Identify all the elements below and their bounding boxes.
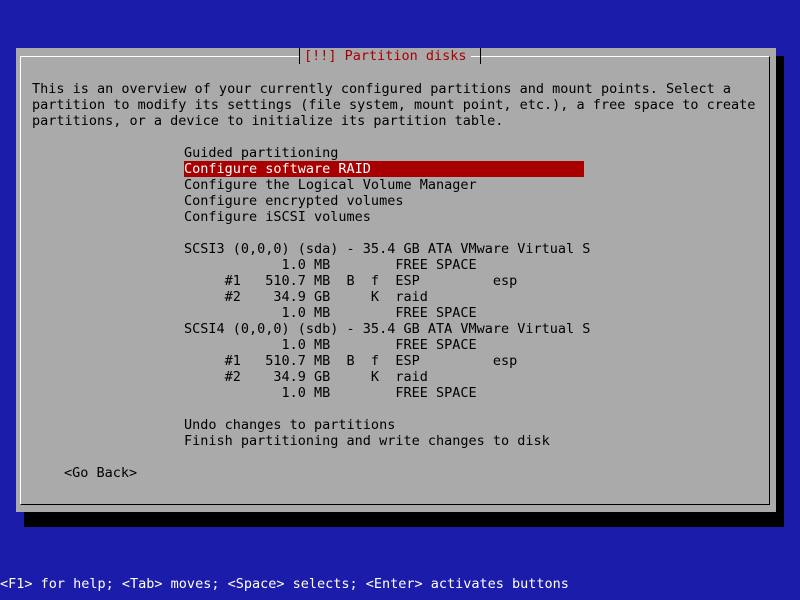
status-bar: <F1> for help; <Tab> moves; <Space> sele… — [0, 576, 569, 592]
intro-line-2: partition to modify its settings (file s… — [32, 97, 756, 113]
intro-line-1: This is an overview of your currently co… — [32, 81, 731, 97]
partition-row[interactable]: #1 510.7 MB B f ESP esp — [184, 353, 518, 369]
partition-row[interactable]: 1.0 MB FREE SPACE — [184, 305, 477, 321]
partition-row[interactable]: #2 34.9 GB K raid — [184, 289, 428, 305]
title-edge-right — [480, 48, 481, 64]
go-back-button[interactable]: <Go Back> — [64, 465, 137, 481]
disk-sdb[interactable]: SCSI4 (0,0,0) (sdb) - 35.4 GB ATA VMware… — [184, 321, 590, 337]
disk-sda[interactable]: SCSI3 (0,0,0) (sda) - 35.4 GB ATA VMware… — [184, 241, 590, 257]
menu-configure-software-raid[interactable]: Configure software RAID — [184, 161, 584, 177]
dialog-title: [!!] Partition disks — [300, 48, 471, 64]
partition-dialog: [!!] Partition disks This is an overview… — [16, 48, 776, 512]
intro-line-3: partitions, or a device to initialize it… — [32, 113, 504, 129]
partition-row[interactable]: #1 510.7 MB B f ESP esp — [184, 273, 518, 289]
finish-partitioning-item[interactable]: Finish partitioning and write changes to… — [184, 433, 550, 449]
menu-configure-iscsi-volumes[interactable]: Configure iSCSI volumes — [184, 209, 371, 225]
menu-configure-lvm[interactable]: Configure the Logical Volume Manager — [184, 177, 477, 193]
partition-row[interactable]: #2 34.9 GB K raid — [184, 369, 428, 385]
partition-row[interactable]: 1.0 MB FREE SPACE — [184, 385, 477, 401]
undo-changes-item[interactable]: Undo changes to partitions — [184, 417, 395, 433]
menu-configure-encrypted-volumes[interactable]: Configure encrypted volumes — [184, 193, 403, 209]
menu-guided-partitioning[interactable]: Guided partitioning — [184, 145, 338, 161]
partition-row[interactable]: 1.0 MB FREE SPACE — [184, 337, 477, 353]
partition-row[interactable]: 1.0 MB FREE SPACE — [184, 257, 477, 273]
installer-screen: [!!] Partition disks This is an overview… — [0, 0, 800, 600]
